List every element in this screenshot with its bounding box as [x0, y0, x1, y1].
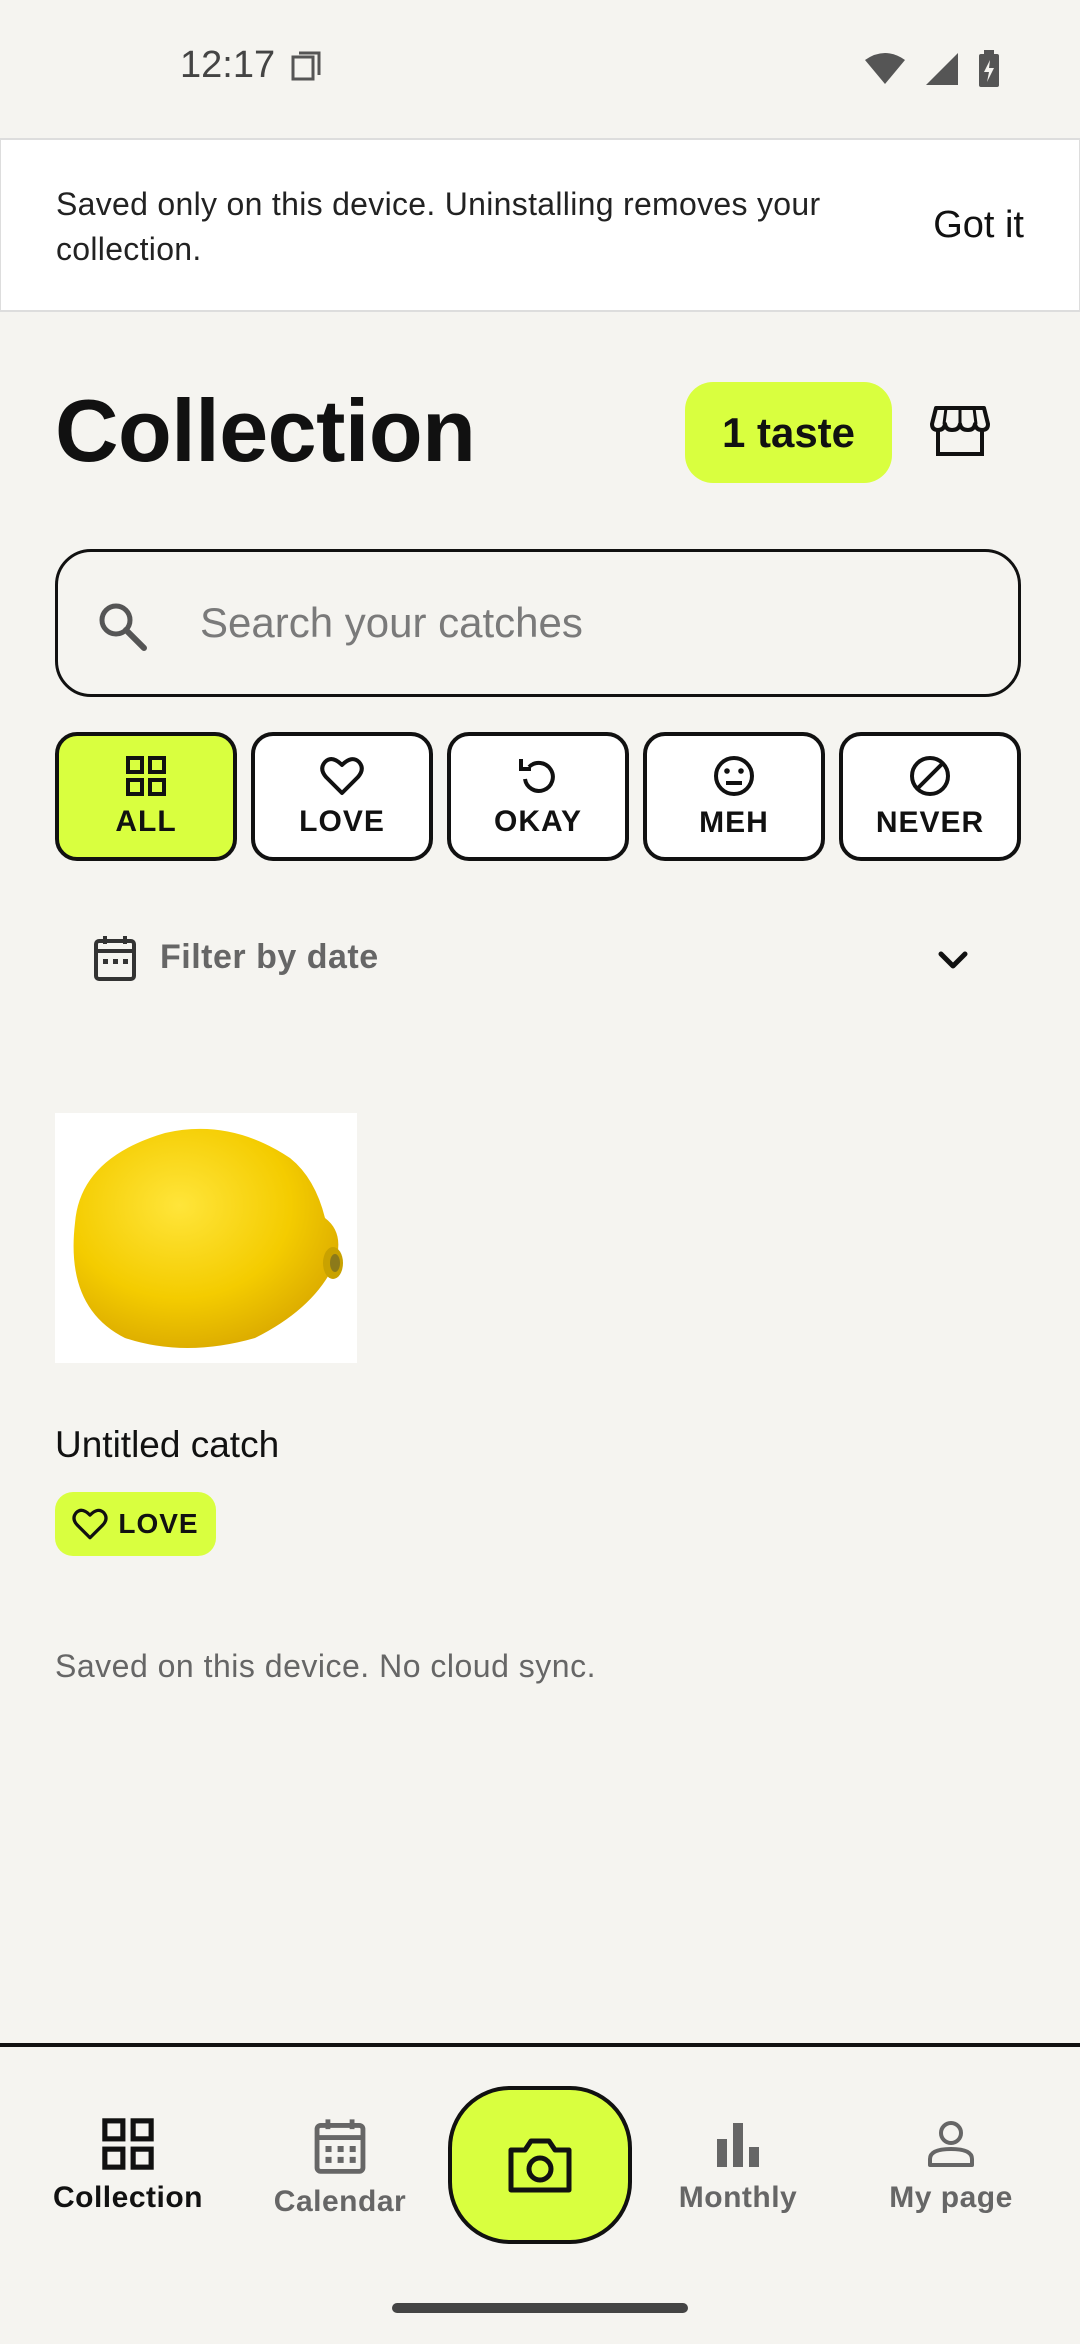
page-title: Collection	[55, 381, 476, 480]
store-icon[interactable]	[930, 400, 990, 460]
storage-note: Saved on this device. No cloud sync.	[55, 1648, 596, 1684]
status-icons	[864, 50, 1000, 88]
got-it-button[interactable]: Got it	[933, 204, 1024, 247]
filter-chip-all[interactable]: ALL	[55, 732, 237, 861]
nav-my-page[interactable]: My page	[851, 2117, 1051, 2227]
camera-icon	[508, 2138, 572, 2193]
rating-label: LOVE	[118, 1508, 199, 1539]
nav-monthly[interactable]: Monthly	[638, 2117, 838, 2227]
nav-collection[interactable]: Collection	[28, 2117, 228, 2227]
clock: 12:17	[180, 44, 276, 86]
home-indicator[interactable]	[392, 2303, 688, 2313]
grid-icon	[126, 755, 166, 796]
filter-chip-meh[interactable]: MEH	[643, 732, 825, 861]
wifi-icon	[865, 53, 905, 84]
calendar-icon	[314, 2119, 366, 2174]
search-box[interactable]	[55, 549, 1021, 697]
camera-capture-button[interactable]	[448, 2086, 632, 2244]
nav-label: Calendar	[273, 2185, 407, 2218]
calendar-icon	[94, 936, 136, 981]
filter-chip-love[interactable]: LOVE	[251, 732, 433, 861]
chip-label: ALL	[115, 804, 177, 838]
nav-label: Collection	[52, 2181, 203, 2214]
filter-chip-okay[interactable]: OKAY	[447, 732, 629, 861]
lemon-image	[73, 1128, 343, 1348]
block-icon	[910, 755, 950, 796]
screenshot-icon	[291, 51, 321, 80]
taste-count-badge[interactable]: 1 taste	[685, 382, 892, 483]
filter-by-date-dropdown[interactable]: Filter by date	[55, 918, 1021, 998]
chevron-down-icon	[938, 951, 968, 969]
nav-label: Monthly	[678, 2181, 798, 2214]
catch-image-lemon[interactable]	[55, 1113, 357, 1363]
chip-label: OKAY	[494, 804, 582, 838]
battery-icon	[979, 50, 999, 87]
neutral-face-icon	[714, 755, 754, 796]
chip-label: NEVER	[875, 805, 985, 839]
heart-icon	[72, 1508, 108, 1540]
refresh-icon	[519, 758, 555, 793]
catch-title[interactable]: Untitled catch	[55, 1424, 279, 1466]
heart-icon	[320, 756, 364, 795]
nav-calendar[interactable]: Calendar	[240, 2117, 440, 2227]
signal-icon	[926, 53, 958, 85]
search-input[interactable]	[198, 582, 982, 664]
status-bar-time: 12:17	[180, 44, 323, 87]
filter-by-date-label: Filter by date	[160, 938, 379, 976]
notice-text: Saved only on this device. Uninstalling …	[56, 186, 821, 267]
search-icon	[99, 603, 147, 651]
bar-chart-icon	[717, 2123, 759, 2167]
nav-label: My page	[889, 2181, 1013, 2214]
chip-label: LOVE	[299, 804, 385, 838]
person-icon	[928, 2121, 974, 2167]
bottom-navigation: Collection Calendar Monthly My page	[0, 2043, 1080, 2344]
filter-chip-never[interactable]: NEVER	[839, 732, 1021, 861]
chip-label: MEH	[699, 805, 769, 839]
grid-icon	[102, 2118, 154, 2170]
local-storage-notice: Saved only on this device. Uninstalling …	[0, 138, 1080, 312]
catch-rating-badge: LOVE	[55, 1492, 216, 1556]
